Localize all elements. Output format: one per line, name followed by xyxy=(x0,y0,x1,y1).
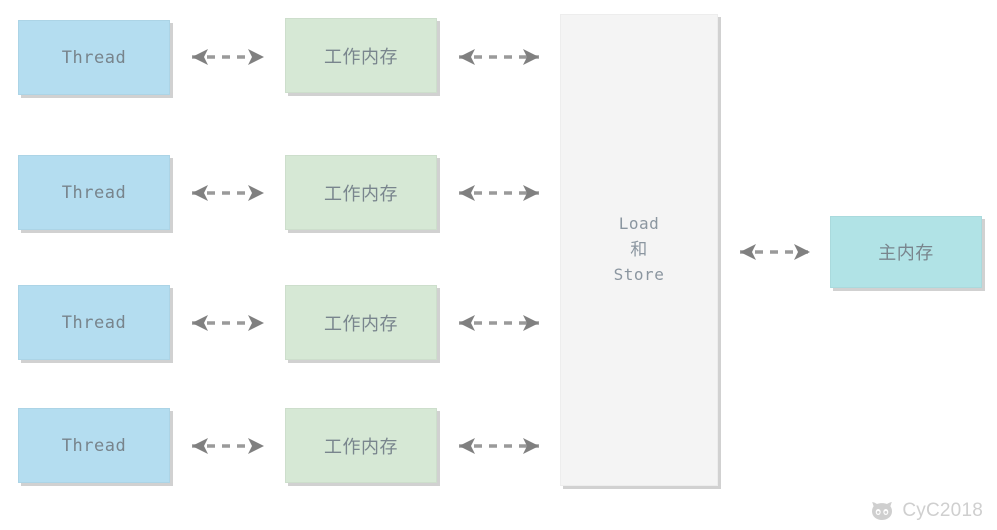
arrow-working-memory-1-to-load-store xyxy=(459,49,539,65)
load-store-line-1: Load xyxy=(618,214,660,234)
load-store-line-2: 和 xyxy=(630,239,648,260)
arrow-working-memory-2-to-load-store xyxy=(459,185,539,201)
working-memory-box-1: 工作内存 xyxy=(285,18,437,93)
arrow-thread-1-to-working-memory-1 xyxy=(192,49,264,65)
watermark: CyC2018 xyxy=(869,500,983,522)
load-store-line-3: Store xyxy=(613,265,665,285)
arrow-load-store-to-main-memory xyxy=(740,244,810,260)
watermark-label: CyC2018 xyxy=(902,500,983,521)
main-memory-label: 主内存 xyxy=(878,243,934,264)
arrow-thread-4-to-working-memory-4 xyxy=(192,438,264,454)
working-memory-label-4: 工作内存 xyxy=(324,436,398,458)
working-memory-label-1: 工作内存 xyxy=(324,46,398,68)
working-memory-label-3: 工作内存 xyxy=(324,313,398,335)
arrow-working-memory-3-to-load-store xyxy=(459,315,539,331)
arrow-thread-2-to-working-memory-2 xyxy=(192,185,264,201)
arrow-thread-3-to-working-memory-3 xyxy=(192,315,264,331)
thread-label-2: Thread xyxy=(61,182,127,203)
thread-label-1: Thread xyxy=(61,47,127,68)
working-memory-box-3: 工作内存 xyxy=(285,285,437,360)
load-store-column: Load 和 Store xyxy=(560,14,718,486)
thread-box-1: Thread xyxy=(18,20,170,95)
thread-box-3: Thread xyxy=(18,285,170,360)
diagram-canvas: Thread 工作内存 Thread 工作内存 Thread 工作内存 Thre… xyxy=(0,0,997,530)
thread-box-4: Thread xyxy=(18,408,170,483)
main-memory-box: 主内存 xyxy=(830,216,982,288)
arrow-working-memory-4-to-load-store xyxy=(459,438,539,454)
working-memory-label-2: 工作内存 xyxy=(324,183,398,205)
thread-label-4: Thread xyxy=(61,435,127,456)
thread-box-2: Thread xyxy=(18,155,170,230)
octocat-icon xyxy=(869,500,895,522)
working-memory-box-2: 工作内存 xyxy=(285,155,437,230)
thread-label-3: Thread xyxy=(61,312,127,333)
working-memory-box-4: 工作内存 xyxy=(285,408,437,483)
